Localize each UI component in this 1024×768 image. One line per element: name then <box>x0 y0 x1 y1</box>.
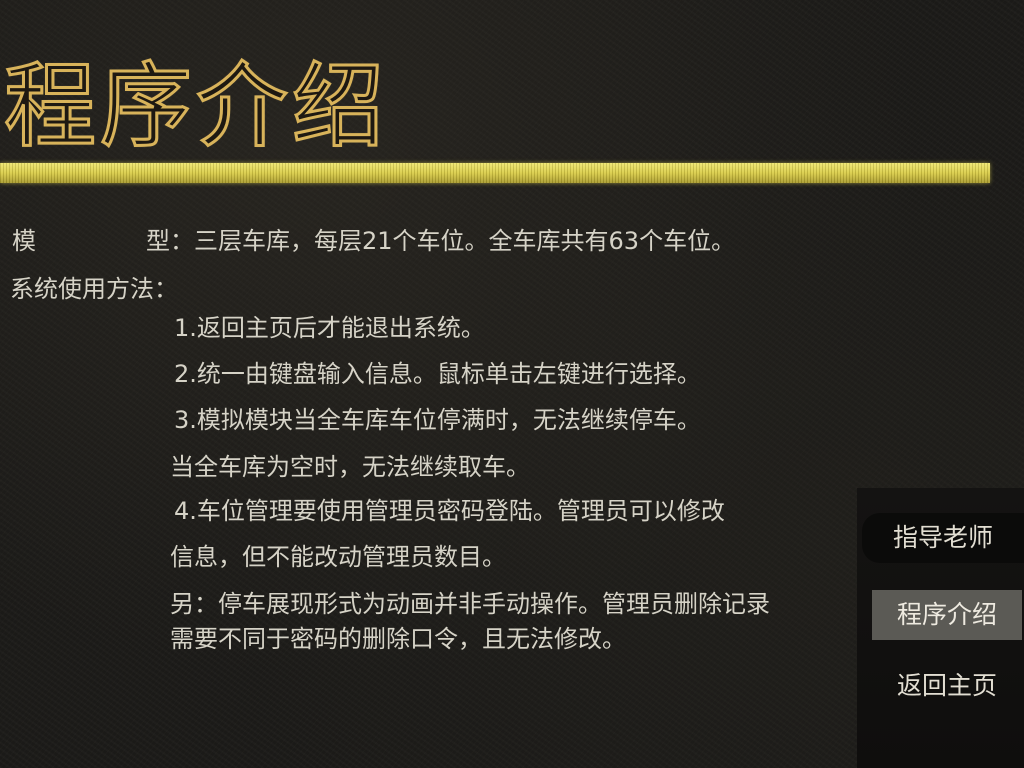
usage-note: 另：停车展现形式为动画并非手动操作。管理员删除记录 <box>170 590 770 618</box>
usage-item-3-continued: 当全车库为空时，无法继续取车。 <box>170 453 530 481</box>
nav-button-intro[interactable]: 程序介绍 <box>872 590 1022 640</box>
nav-button-teacher[interactable]: 指导老师 <box>862 513 1024 563</box>
nav-button-home[interactable]: 返回主页 <box>872 661 1022 711</box>
usage-item-2: 2.统一由键盘输入信息。鼠标单击左键进行选择。 <box>174 360 701 388</box>
usage-item-4: 4.车位管理要使用管理员密码登陆。管理员可以修改 <box>174 497 725 525</box>
model-label: 模 <box>12 227 36 255</box>
usage-heading: 系统使用方法： <box>10 275 178 303</box>
usage-note-continued: 需要不同于密码的删除口令，且无法修改。 <box>170 625 626 653</box>
usage-item-3: 3.模拟模块当全车库车位停满时，无法继续停车。 <box>174 406 701 434</box>
usage-item-4-continued: 信息，但不能改动管理员数目。 <box>170 543 506 571</box>
title-underline-bar <box>0 163 990 183</box>
page-title: 程序介绍 <box>2 52 389 162</box>
model-description: 型：三层车库，每层21个车位。全车库共有63个车位。 <box>146 227 736 255</box>
usage-item-1: 1.返回主页后才能退出系统。 <box>174 314 485 342</box>
